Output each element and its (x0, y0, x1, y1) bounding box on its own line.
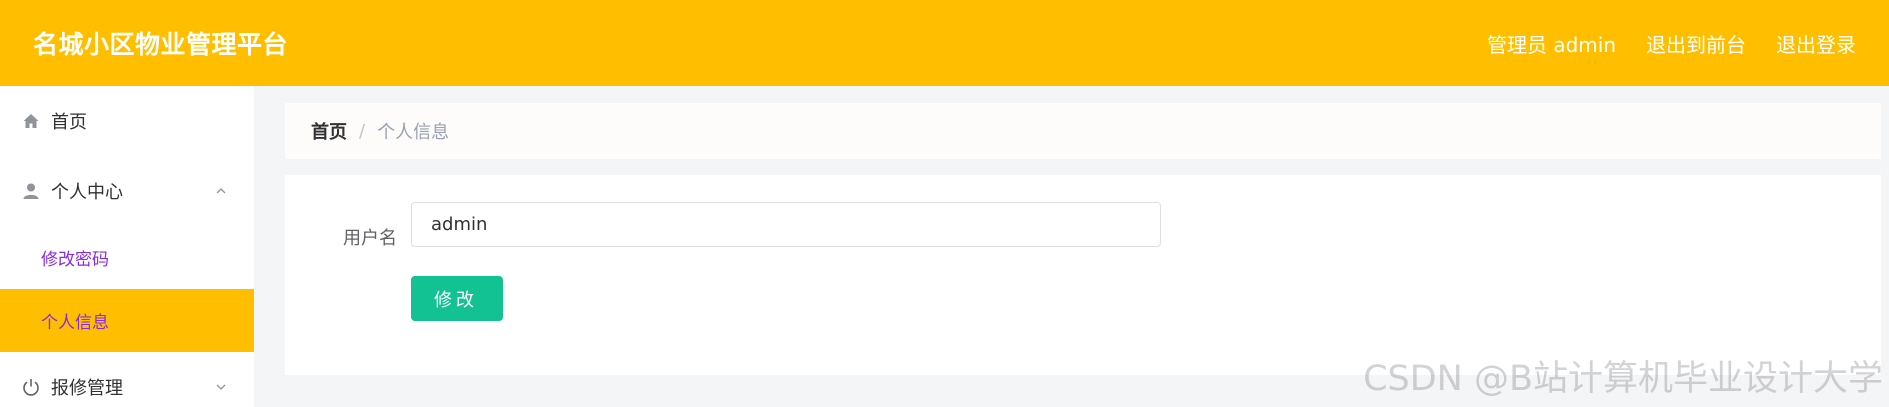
breadcrumb-separator: / (359, 120, 366, 142)
breadcrumb: 首页 / 个人信息 (285, 103, 1881, 159)
admin-user-label: 管理员 admin (1486, 32, 1616, 57)
sidebar: 首页 个人中心 修改密码 个人信息 报修管理 (0, 86, 254, 407)
sidebar-item-label: 报修管理 (51, 378, 123, 399)
breadcrumb-current: 个人信息 (377, 122, 450, 143)
username-label: 用户名 (343, 228, 397, 249)
app-title: 名城小区物业管理平台 (33, 30, 289, 59)
username-input[interactable] (411, 202, 1161, 247)
chevron-up-icon (214, 184, 228, 198)
sidebar-item-repair-management[interactable]: 报修管理 (0, 352, 254, 407)
logout-link[interactable]: 退出登录 (1776, 29, 1856, 58)
sidebar-item-home[interactable]: 首页 (0, 86, 254, 156)
sidebar-item-label: 个人中心 (51, 182, 123, 203)
sidebar-subitem-label: 个人信息 (41, 313, 109, 333)
sidebar-item-personal-center[interactable]: 个人中心 (0, 156, 254, 226)
sidebar-subitem-personal-info[interactable]: 个人信息 (0, 289, 254, 352)
user-icon (21, 181, 41, 201)
profile-form: 用户名 修改 (285, 175, 1881, 375)
power-icon (21, 377, 41, 397)
breadcrumb-home[interactable]: 首页 (311, 118, 347, 144)
home-icon (21, 111, 41, 131)
sidebar-item-label: 首页 (51, 112, 87, 133)
exit-to-frontend-link[interactable]: 退出到前台 (1646, 29, 1746, 58)
sidebar-subitem-label: 修改密码 (41, 250, 109, 270)
header-actions: 管理员 admin 退出到前台 退出登录 (1457, 29, 1856, 58)
chevron-down-icon (214, 380, 228, 394)
top-header: 名城小区物业管理平台 管理员 admin 退出到前台 退出登录 (0, 0, 1889, 86)
modify-button[interactable]: 修改 (411, 276, 503, 321)
sidebar-subitem-change-password[interactable]: 修改密码 (0, 226, 254, 289)
